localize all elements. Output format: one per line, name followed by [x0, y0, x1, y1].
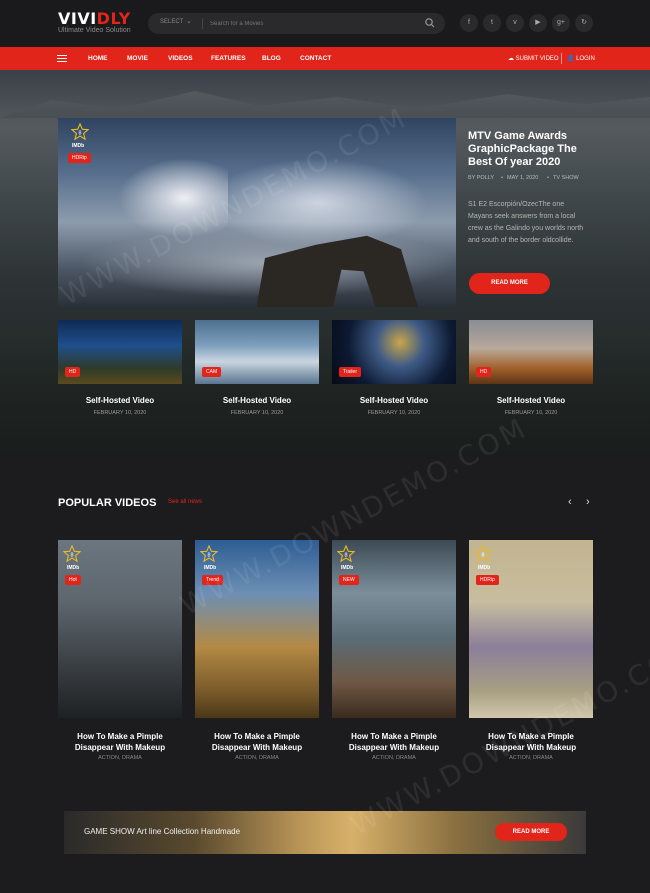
rating-number: 8 — [482, 552, 485, 558]
meta-dot: • — [547, 175, 549, 181]
search-icon[interactable] — [424, 17, 436, 29]
popular-video-title[interactable]: How To Make a Pimple Disappear With Make… — [195, 731, 319, 753]
popular-video-genre[interactable]: ACTION, DRAMA — [469, 755, 593, 761]
rating-number: 8 — [208, 552, 211, 558]
menu-icon[interactable] — [57, 55, 67, 62]
featured-category[interactable]: TV SHOW — [553, 175, 579, 181]
video-quality-tag: HD — [476, 367, 492, 377]
nav-item-blog[interactable]: BLOG — [262, 55, 281, 62]
meta-dot: • — [501, 175, 503, 181]
popular-video-title[interactable]: How To Make a Pimple Disappear With Make… — [332, 731, 456, 753]
rating-star-icon: 8 — [337, 545, 355, 563]
hero-video-date: FEBRUARY 10, 2020 — [230, 410, 284, 416]
facebook-icon[interactable]: f — [460, 14, 478, 32]
featured-image[interactable] — [58, 118, 456, 307]
hero-video-date: FEBRUARY 10, 2020 — [504, 410, 558, 416]
featured-date: MAY 1, 2020 — [507, 175, 539, 181]
featured-title[interactable]: MTV Game Awards GraphicPackage The Best … — [468, 130, 598, 169]
imdb-label: IMDb — [204, 565, 217, 571]
rating-star-icon: 8 — [71, 123, 89, 141]
section-title: POPULAR VIDEOS — [58, 497, 157, 509]
vimeo-icon[interactable]: v — [506, 14, 524, 32]
login-link[interactable]: 👤 LOGIN — [567, 55, 595, 62]
twitter-icon[interactable]: t — [483, 14, 501, 32]
hero-video-title[interactable]: Self-Hosted Video — [332, 396, 456, 405]
search-input[interactable] — [210, 16, 410, 31]
imdb-label: IMDb — [72, 143, 85, 149]
site-logo[interactable]: VIVIDLY — [58, 9, 131, 28]
popular-video-genre[interactable]: ACTION, DRAMA — [332, 755, 456, 761]
youtube-icon[interactable]: ▶ — [529, 14, 547, 32]
search-category-select[interactable]: SELECT — [160, 19, 183, 25]
hero-video-title[interactable]: Self-Hosted Video — [469, 396, 593, 405]
read-more-button[interactable]: READ MORE — [469, 273, 550, 294]
google-plus-icon[interactable]: g+ — [552, 14, 570, 32]
pegasus-figure — [118, 158, 228, 238]
hero-video-date: FEBRUARY 10, 2020 — [93, 410, 147, 416]
search-bar: SELECT ⌄ — [148, 13, 445, 34]
rating-star-icon: 8 — [200, 545, 218, 563]
video-status-tag: HDRip — [476, 575, 499, 585]
nav-item-videos[interactable]: VIDEOS — [168, 55, 193, 62]
prev-arrow-icon[interactable]: ‹ — [568, 496, 572, 508]
search-divider — [202, 18, 203, 29]
video-status-tag: Trend — [202, 575, 223, 585]
rating-number: 8 — [345, 552, 348, 558]
rating-number: 8 — [79, 130, 82, 136]
upload-icon: ☁ — [508, 56, 516, 62]
site-tagline: Ultimate Video Solution — [58, 27, 131, 34]
main-navigation: HOME MOVIE VIDEOS FEATURES BLOG CONTACT … — [0, 47, 650, 70]
featured-author[interactable]: BY POLLY — [468, 175, 494, 181]
hero-video-title[interactable]: Self-Hosted Video — [195, 396, 319, 405]
chevron-down-icon[interactable]: ⌄ — [186, 17, 192, 25]
popular-video-genre[interactable]: ACTION, DRAMA — [195, 755, 319, 761]
hero-video-title[interactable]: Self-Hosted Video — [58, 396, 182, 405]
rating-star-icon: 8 — [63, 545, 81, 563]
hero-video-date: FEBRUARY 10, 2020 — [367, 410, 421, 416]
video-status-tag: NEW — [339, 575, 359, 585]
imdb-label: IMDb — [67, 565, 80, 571]
imdb-label: IMDb — [341, 565, 354, 571]
video-quality-tag: Trailer — [339, 367, 361, 377]
popular-video-genre[interactable]: ACTION, DRAMA — [58, 755, 182, 761]
next-arrow-icon[interactable]: › — [586, 496, 590, 508]
share-icon[interactable]: ↻ — [575, 14, 593, 32]
nav-divider — [561, 53, 562, 64]
featured-description: S1 E2 Escorpión/OzecThe one Mayans seek … — [468, 201, 584, 244]
rating-star-icon: 8 — [474, 545, 492, 563]
top-header: VIVIDLY Ultimate Video Solution SELECT ⌄… — [0, 0, 650, 47]
submit-video-link[interactable]: ☁ SUBMIT VIDEO — [508, 55, 559, 62]
nav-item-contact[interactable]: CONTACT — [300, 55, 331, 62]
nav-item-home[interactable]: HOME — [88, 55, 108, 62]
see-all-link[interactable]: See all news — [168, 499, 202, 505]
mountain-backdrop — [0, 91, 650, 118]
imdb-label: IMDb — [478, 565, 491, 571]
video-quality-tag: CAM — [202, 367, 222, 377]
quality-tag: HDRip — [68, 153, 91, 163]
nav-item-features[interactable]: FEATURES — [211, 55, 246, 62]
popular-video-title[interactable]: How To Make a Pimple Disappear With Make… — [469, 731, 593, 753]
nav-item-movie[interactable]: MOVIE — [127, 55, 148, 62]
rating-number: 8 — [71, 552, 74, 558]
user-icon: 👤 — [567, 56, 577, 62]
popular-video-title[interactable]: How To Make a Pimple Disappear With Make… — [58, 731, 182, 753]
banner-read-more-button[interactable]: READ MORE — [495, 823, 567, 841]
video-quality-tag: HD — [65, 367, 81, 377]
video-status-tag: Hot — [65, 575, 81, 585]
banner-text: GAME SHOW Art line Collection Handmade — [84, 827, 241, 836]
